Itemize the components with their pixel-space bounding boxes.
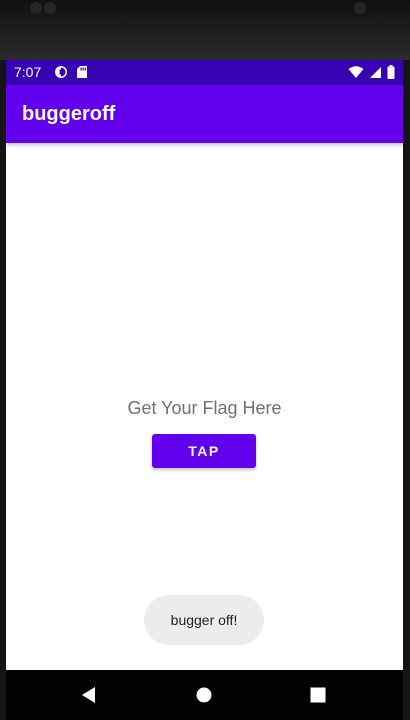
status-time: 7:07 [14, 64, 42, 80]
recents-icon[interactable] [308, 685, 328, 705]
bezel-sensor-dot [44, 2, 56, 14]
navigation-bar [6, 670, 403, 720]
device-bezel-top [0, 0, 410, 60]
sd-card-icon [76, 65, 88, 84]
flag-prompt-text: Get Your Flag Here [127, 398, 282, 418]
data-saver-icon [54, 65, 68, 84]
status-system-icons [348, 65, 395, 84]
app-bar: buggeroff [6, 85, 403, 143]
back-icon[interactable] [79, 685, 99, 705]
toast-message: bugger off! [144, 595, 264, 645]
status-notification-icons [54, 65, 88, 84]
main-content: Get Your Flag Here TAP bugger off! [6, 143, 403, 670]
cell-signal-icon [369, 66, 382, 84]
bezel-sensor-dot [30, 2, 42, 14]
wifi-icon [348, 65, 364, 84]
device-screen: 7:07 buggeroff Get Your Flag Here TAP bu… [6, 60, 403, 670]
bezel-camera-dot [354, 2, 366, 14]
status-bar: 7:07 [6, 60, 403, 85]
tap-button[interactable]: TAP [152, 434, 256, 468]
battery-icon [387, 65, 395, 84]
app-title: buggeroff [22, 103, 116, 125]
home-icon[interactable] [194, 685, 214, 705]
